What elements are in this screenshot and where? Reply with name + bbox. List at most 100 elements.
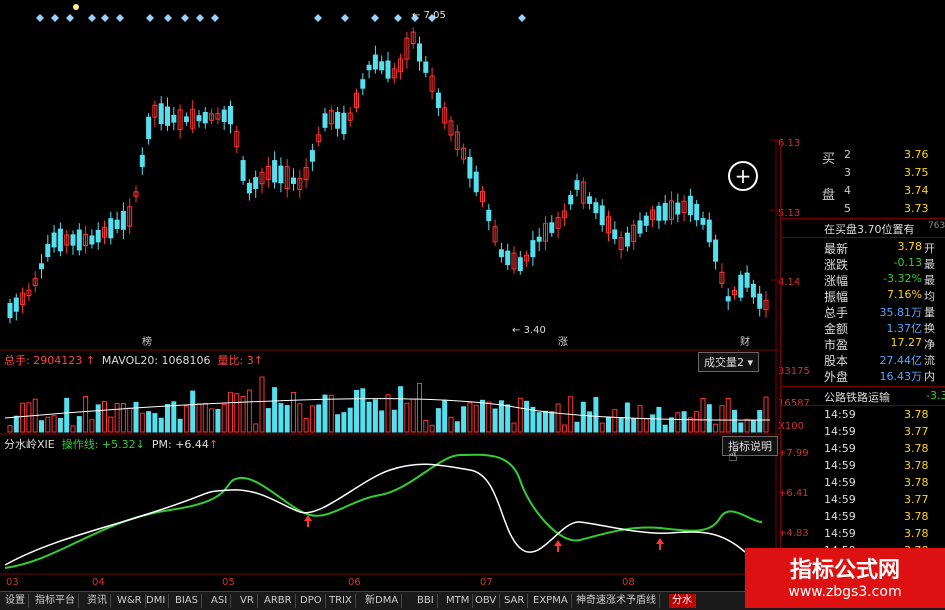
quote-label: 市盈 (824, 338, 849, 352)
candle-body (114, 219, 120, 229)
kline-chart[interactable] (0, 0, 780, 575)
indicator-tab[interactable]: W&R (114, 594, 146, 608)
volume-bar (549, 411, 555, 433)
quote-extra: 内 (924, 370, 935, 383)
volume-bar (435, 408, 441, 433)
candle-marker-1[interactable]: 榜 (142, 333, 152, 348)
candle-body (246, 182, 252, 194)
volume-bar (133, 401, 139, 433)
volume-bar (454, 421, 460, 433)
volume-bar (45, 416, 51, 433)
candle-body (549, 222, 555, 233)
signal-diamond-icon (518, 14, 526, 22)
indicator-tab[interactable]: MTM (443, 594, 474, 608)
volume-mavol: MAVOL20: 1068106 (101, 354, 211, 367)
candle-marker-3[interactable]: 财 (740, 333, 750, 348)
volume-bar (681, 411, 687, 433)
candle-body (624, 232, 630, 247)
order-book-row[interactable]: 买 2 3.76 (780, 148, 945, 167)
volume-bar (102, 401, 107, 433)
quote-row: 最新 3.78 开 (780, 240, 945, 256)
volume-bar (366, 401, 372, 433)
candle-body (706, 219, 712, 243)
indicator-tab[interactable]: OBV (472, 594, 501, 608)
volume-bar (417, 382, 422, 433)
indicator-tab[interactable]: DPO (297, 594, 326, 608)
volume-bar (20, 402, 26, 433)
indicator-tab[interactable]: BIAS (172, 594, 202, 608)
indicator-tab[interactable]: 神奇速涨术予盾线 (573, 594, 660, 608)
signal-diamond-icon (164, 14, 172, 22)
quote-value: 17.27 (890, 336, 923, 349)
buy-arrow-icon (554, 540, 562, 552)
quote-extra: 均 (924, 290, 935, 303)
volume-bar (543, 410, 548, 433)
order-book-row[interactable]: 3 3.75 (780, 166, 945, 182)
volume-bar (599, 422, 605, 433)
candle-body (423, 61, 429, 73)
indicator-tab[interactable]: 资讯 (84, 594, 111, 608)
volume-bar (284, 405, 290, 433)
volume-bar (26, 402, 32, 433)
candle-body (612, 229, 618, 239)
date-label-4: 06 (348, 577, 361, 588)
candle-body (700, 218, 706, 225)
quote-panel: 买 2 3.76 3 3.75 盘 4 3.74 5 3.73 在买盘3.70位… (780, 140, 945, 580)
signal-dot-icon (73, 4, 79, 10)
indicator-tab[interactable]: VR (237, 594, 258, 608)
candle-marker-2[interactable]: 涨 (558, 333, 568, 348)
quote-value: 35.81万 (879, 306, 923, 319)
volume-bar (719, 405, 725, 433)
order-book-row[interactable]: 盘 4 3.74 (780, 184, 945, 203)
indicator-tab[interactable]: 新DMA (362, 594, 403, 608)
volume-bar (177, 418, 183, 433)
tick-row: 14:59 3.77 (780, 425, 945, 441)
candle-body (687, 195, 693, 216)
tick-time: 14:59 (824, 425, 856, 438)
volume-bar (643, 418, 649, 433)
volume-bar (202, 402, 208, 433)
candle-body (341, 112, 347, 135)
indicator-tab[interactable]: 分水 (669, 594, 696, 608)
indicator-tab[interactable]: ASI (208, 594, 232, 608)
candle-body (587, 196, 593, 204)
tick-time: 14:59 (824, 442, 856, 455)
volume-bar (656, 406, 662, 433)
indicator-tab[interactable]: 指标平台 (32, 594, 79, 608)
signal-diamond-icon (101, 14, 109, 22)
buy-arrow-icon (656, 538, 664, 550)
indicator-header: 分水岭XIE 操作线: +5.32↓ PM: +6.44↑ (4, 438, 219, 451)
volume-indicator-button[interactable]: 成交量2 ▾ (698, 352, 760, 372)
signal-diamond-icon (116, 14, 124, 22)
indicator-tab[interactable]: SAR (501, 594, 529, 608)
order-book-row[interactable]: 5 3.73 (780, 202, 945, 218)
indicator-tab[interactable]: DMI (143, 594, 170, 608)
signal-diamond-icon (88, 14, 96, 22)
tick-price: 3.77 (904, 493, 929, 506)
candle-body (76, 229, 82, 251)
indicator-tab[interactable]: 设置 (2, 594, 29, 608)
signal-diamond-icon (181, 14, 189, 22)
tick-time: 14:59 (824, 493, 856, 506)
zoom-in-icon[interactable]: + (728, 161, 758, 191)
quote-label: 股本 (824, 354, 849, 368)
volume-bar (114, 402, 120, 433)
volume-bar (706, 404, 712, 433)
quote-value: 27.44亿 (879, 354, 923, 367)
volume-bar (83, 395, 89, 433)
signal-diamond-icon (196, 14, 204, 22)
indicator-tab[interactable]: TRIX (326, 594, 356, 608)
tick-time: 14:59 (824, 408, 856, 421)
indicator-tab[interactable]: BBI (414, 594, 438, 608)
stock-name-row[interactable]: 公路铁路运输 -3.3 (780, 389, 945, 405)
volume-bar (322, 394, 328, 433)
candle-body (637, 220, 643, 234)
indicator-tab[interactable]: ARBR (261, 594, 296, 608)
volume-bar (530, 406, 536, 433)
quote-value: 1.37亿 (886, 322, 923, 335)
indicator-tab[interactable]: EXPMA (530, 594, 572, 608)
volume-bar (171, 401, 177, 433)
volume-total: 总手: 2904123 (4, 354, 83, 367)
candle-body (272, 160, 278, 183)
volume-bar (593, 396, 599, 433)
